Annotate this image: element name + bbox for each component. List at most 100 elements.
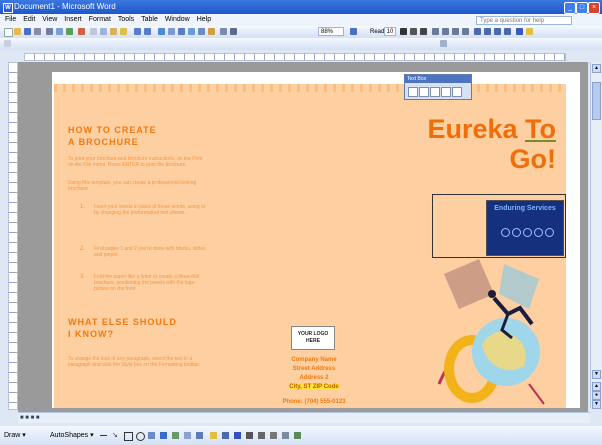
toolbar-grip-icon[interactable] (4, 40, 11, 47)
decorative-dot-border (54, 84, 566, 92)
undo-icon[interactable] (134, 28, 141, 35)
arrow-icon[interactable]: ↘ (112, 426, 119, 439)
vertical-scroll-thumb[interactable] (592, 82, 601, 120)
menu-insert[interactable]: Insert (64, 14, 82, 26)
next-page-icon[interactable]: ▼ (592, 400, 601, 409)
menu-edit[interactable]: Edit (23, 14, 35, 26)
brochure-spread[interactable]: HOW TO CREATE A BROCHURE To print your b… (54, 84, 566, 408)
text-direction-icon[interactable] (452, 87, 462, 97)
text-box-icon[interactable] (148, 432, 155, 439)
ruler-indent-icon[interactable] (440, 40, 447, 47)
spelling-icon[interactable] (66, 28, 73, 35)
menu-help[interactable]: Help (197, 14, 211, 26)
previous-page-icon[interactable]: ▲ (592, 382, 601, 391)
print-icon[interactable] (46, 28, 53, 35)
help-search-input[interactable]: Type a question for help (476, 16, 572, 25)
align-center-icon[interactable] (442, 28, 449, 35)
font-color-icon[interactable] (516, 28, 523, 35)
document-page[interactable]: HOW TO CREATE A BROCHURE To print your b… (52, 72, 580, 408)
document-workspace: HOW TO CREATE A BROCHURE To print your b… (18, 62, 588, 412)
format-painter-icon[interactable] (120, 28, 127, 35)
document-map-icon[interactable] (220, 28, 227, 35)
print-preview-icon[interactable] (56, 28, 63, 35)
research-icon[interactable] (78, 28, 85, 35)
redo-icon[interactable] (144, 28, 151, 35)
view-buttons[interactable]: ■ ■ ■ ■ (20, 414, 40, 422)
cut-icon[interactable] (90, 28, 97, 35)
columns-icon[interactable] (198, 28, 205, 35)
minimize-button[interactable]: _ (564, 2, 576, 14)
read-button[interactable]: Read (370, 27, 384, 37)
intro-paragraph-1: To print your brochure and brochure inst… (68, 156, 203, 168)
font-color-draw-icon[interactable] (234, 432, 241, 439)
horizontal-scrollbar[interactable]: ■ ■ ■ ■ (18, 412, 590, 423)
clip-art-icon[interactable] (184, 432, 191, 439)
numbering-icon[interactable] (474, 28, 481, 35)
logo-placeholder[interactable]: YOUR LOGO HERE (291, 326, 335, 350)
insert-picture-icon[interactable] (196, 432, 203, 439)
autoshapes-menu-button[interactable]: AutoShapes ▾ (50, 426, 94, 445)
open-icon[interactable] (14, 28, 21, 35)
3d-style-icon[interactable] (294, 432, 301, 439)
menu-tools[interactable]: Tools (118, 14, 134, 26)
help-icon[interactable] (350, 28, 357, 35)
oval-icon[interactable] (136, 432, 145, 441)
draw-menu-button[interactable]: Draw ▾ (4, 426, 26, 445)
hyperlink-icon[interactable] (158, 28, 165, 35)
menu-format[interactable]: Format (89, 14, 111, 26)
wordart-icon[interactable] (160, 432, 167, 439)
highlight-icon[interactable] (526, 28, 533, 35)
vertical-scrollbar[interactable]: ▲ ▼ ▲ ● ▼ (590, 62, 601, 409)
align-right-icon[interactable] (452, 28, 459, 35)
menu-window[interactable]: Window (165, 14, 190, 26)
drawing-icon[interactable] (208, 28, 215, 35)
dash-style-icon[interactable] (258, 432, 265, 439)
fill-color-icon[interactable] (210, 432, 217, 439)
text-box-next-icon[interactable] (441, 87, 451, 97)
scroll-down-icon[interactable]: ▼ (592, 370, 601, 379)
menu-table[interactable]: Table (141, 14, 158, 26)
arrow-style-icon[interactable] (270, 432, 277, 439)
enduring-services-panel[interactable]: Enduring Services (486, 200, 564, 256)
horizontal-ruler[interactable] (0, 50, 602, 62)
copy-icon[interactable] (100, 28, 107, 35)
text-box-link-icon[interactable] (408, 87, 418, 97)
save-icon[interactable] (24, 28, 31, 35)
menu-file[interactable]: File (5, 14, 16, 26)
tables-borders-icon[interactable] (168, 28, 175, 35)
increase-indent-icon[interactable] (504, 28, 511, 35)
insert-excel-icon[interactable] (188, 28, 195, 35)
shadow-style-icon[interactable] (282, 432, 289, 439)
select-browse-object-icon[interactable]: ● (592, 391, 601, 400)
text-box-toolbar[interactable]: Text Box (404, 74, 472, 100)
vertical-ruler[interactable] (8, 62, 18, 410)
decrease-indent-icon[interactable] (494, 28, 501, 35)
text-box-break-link-icon[interactable] (419, 87, 429, 97)
list-item-3: Fold the paper like a letter to create a… (94, 274, 200, 292)
justify-icon[interactable] (462, 28, 469, 35)
word-app-icon[interactable]: W (3, 3, 13, 13)
diagram-icon[interactable] (172, 432, 179, 439)
line-style-icon[interactable] (246, 432, 253, 439)
zoom-select[interactable]: 88% (318, 27, 344, 36)
globe-runner-clipart[interactable] (434, 254, 564, 412)
menu-view[interactable]: View (42, 14, 57, 26)
maximize-button[interactable]: □ (576, 2, 588, 14)
scroll-up-icon[interactable]: ▲ (592, 64, 601, 73)
bold-icon[interactable] (400, 28, 407, 35)
italic-icon[interactable] (410, 28, 417, 35)
close-button[interactable]: × (588, 2, 600, 14)
align-left-icon[interactable] (432, 28, 439, 35)
rectangle-icon[interactable] (124, 432, 133, 441)
show-hide-icon[interactable] (230, 28, 237, 35)
line-icon[interactable] (100, 435, 107, 436)
line-color-icon[interactable] (222, 432, 229, 439)
paste-icon[interactable] (110, 28, 117, 35)
font-size-select[interactable]: 10 (384, 27, 396, 36)
underline-icon[interactable] (420, 28, 427, 35)
text-box-previous-icon[interactable] (430, 87, 440, 97)
new-icon[interactable] (4, 28, 13, 37)
permission-icon[interactable] (34, 28, 41, 35)
insert-table-icon[interactable] (178, 28, 185, 35)
bullets-icon[interactable] (484, 28, 491, 35)
